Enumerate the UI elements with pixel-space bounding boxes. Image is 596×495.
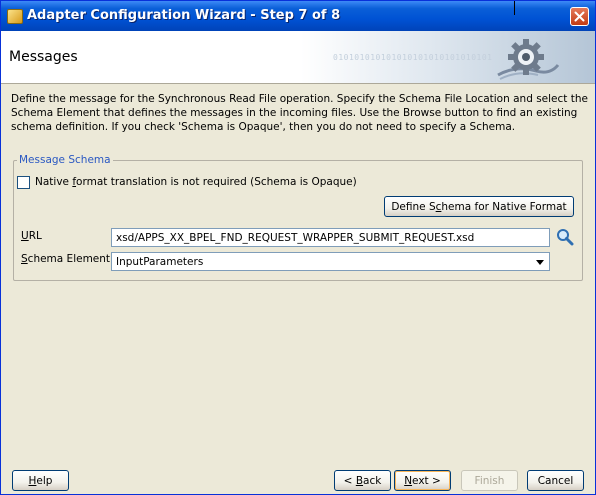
schema-opaque-label[interactable]: Native format translation is not require… [35,176,357,188]
search-icon[interactable] [556,228,574,246]
next-button[interactable]: Next > [394,470,451,491]
schema-element-label: Schema Element [21,253,111,265]
close-button[interactable] [570,7,589,26]
define-schema-button[interactable]: Define Schema for Native Format [384,196,574,217]
schema-element-value: InputParameters [116,256,204,268]
message-schema-legend: Message Schema [17,154,113,166]
finish-button[interactable]: Finish [461,470,518,491]
help-button[interactable]: Help [12,470,69,491]
back-button[interactable]: < Back [334,470,391,491]
app-icon [7,9,23,24]
wizard-window: Adapter Configuration Wizard - Step 7 of… [0,0,596,495]
step-description: Define the message for the Synchronous R… [11,93,588,133]
page-title: Messages [9,49,78,65]
header-banner: 010101010101010101010101010101 [301,31,595,83]
cancel-button[interactable]: Cancel [527,470,584,491]
title-divider [514,1,515,15]
title-bar[interactable]: Adapter Configuration Wizard - Step 7 of… [1,1,595,31]
url-input[interactable] [111,228,550,247]
window-title: Adapter Configuration Wizard - Step 7 of… [27,8,341,23]
url-label: URL [21,230,42,242]
page-header: Messages 010101010101010101010101010101 [1,31,595,84]
binary-watermark: 010101010101010101010101010101 [333,53,493,62]
chevron-down-icon[interactable] [536,260,544,265]
schema-opaque-checkbox[interactable] [17,176,30,189]
schema-element-select[interactable]: InputParameters [111,252,550,271]
close-icon [574,11,585,22]
gear-icon [497,39,560,80]
